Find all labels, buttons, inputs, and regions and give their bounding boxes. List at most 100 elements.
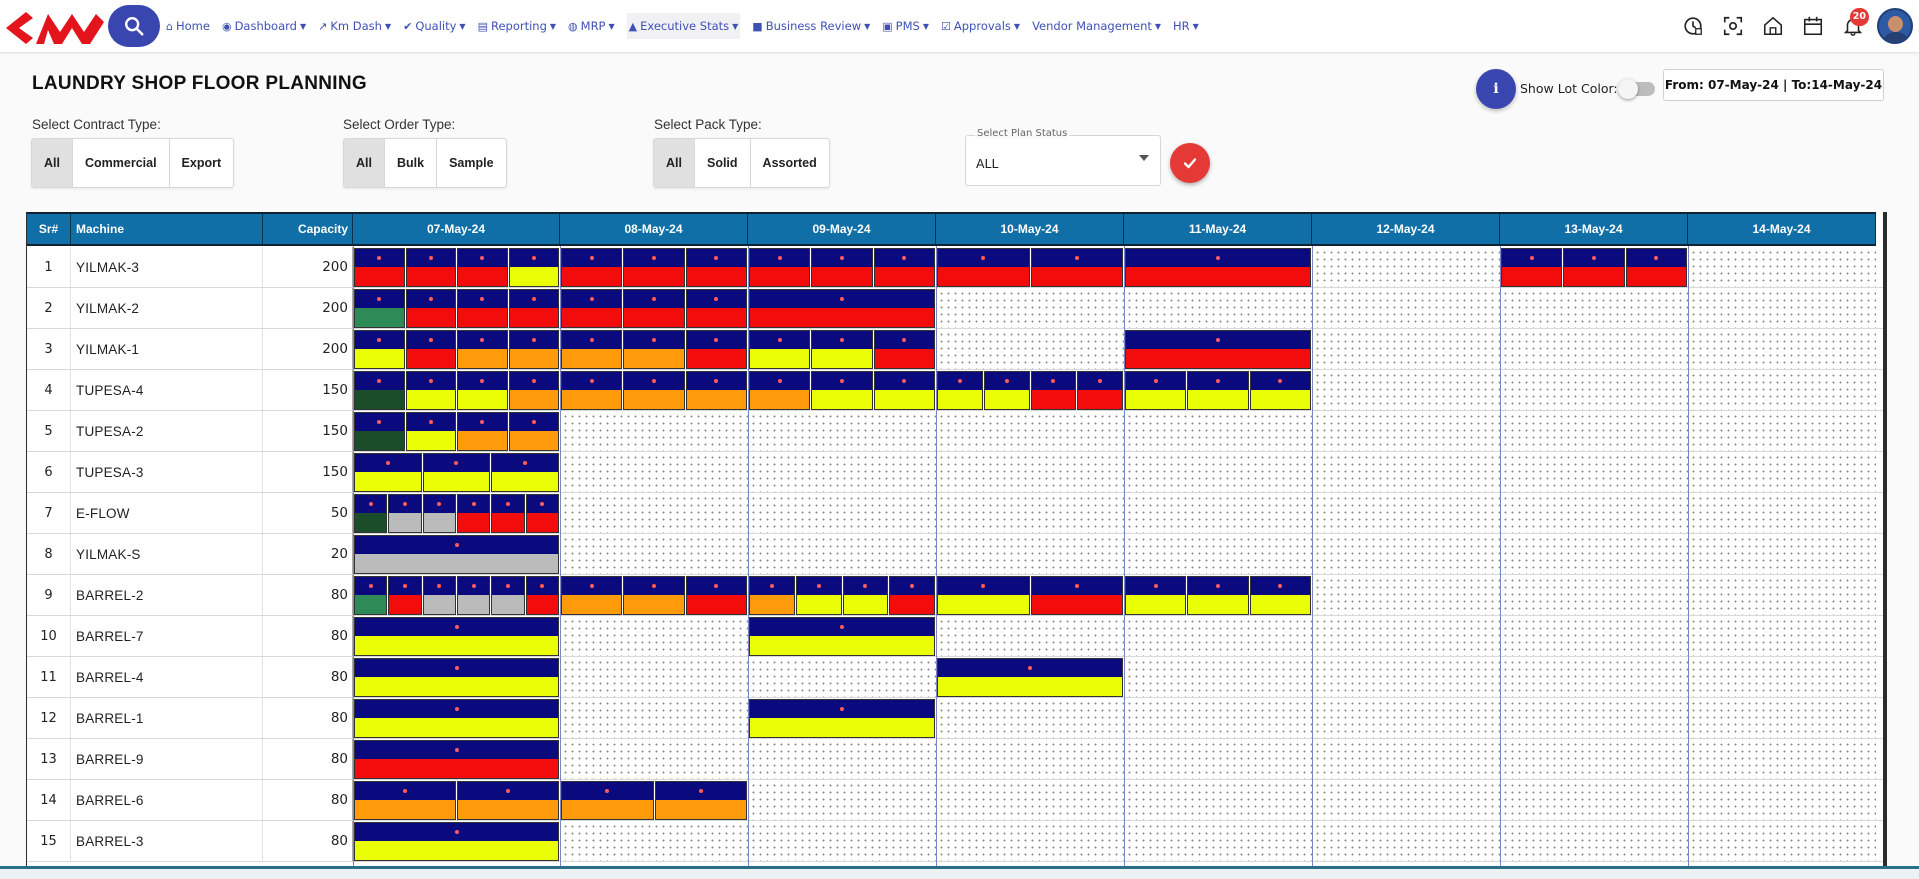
lot-block[interactable] <box>1125 371 1187 410</box>
lot-block[interactable] <box>1030 576 1123 615</box>
lot-block[interactable] <box>1125 330 1311 369</box>
lot-block[interactable] <box>525 494 559 533</box>
empty-slot[interactable] <box>936 493 1124 533</box>
date-range-picker[interactable]: From: 07-May-24 | To:14-May-24 <box>1663 69 1884 101</box>
lot-block[interactable] <box>623 576 685 615</box>
empty-slot[interactable] <box>1312 739 1500 779</box>
show-lot-color-toggle[interactable] <box>1618 79 1655 99</box>
lot-block[interactable] <box>457 494 491 533</box>
lot-block[interactable] <box>842 576 889 615</box>
empty-slot[interactable] <box>1688 657 1876 697</box>
nav-item-km-dash[interactable]: ↗ Km Dash ▼ <box>318 19 391 33</box>
lot-block[interactable] <box>1501 248 1563 287</box>
lot-block[interactable] <box>354 412 405 451</box>
notifications-button[interactable]: 20 <box>1833 8 1873 44</box>
lot-block[interactable] <box>1625 248 1687 287</box>
lot-block[interactable] <box>354 453 422 492</box>
lot-block[interactable] <box>561 289 623 328</box>
plan-status-select[interactable]: Select Plan Status ALL <box>965 128 1161 186</box>
lot-block[interactable] <box>1187 371 1249 410</box>
lot-block[interactable] <box>354 371 405 410</box>
lot-block[interactable] <box>561 781 654 820</box>
empty-slot[interactable] <box>1124 534 1312 574</box>
empty-slot[interactable] <box>1312 534 1500 574</box>
lot-block[interactable] <box>457 371 508 410</box>
lot-block[interactable] <box>1030 371 1077 410</box>
empty-slot[interactable] <box>560 657 748 697</box>
lot-block[interactable] <box>749 289 935 328</box>
lot-block[interactable] <box>422 576 456 615</box>
lot-block[interactable] <box>1249 371 1311 410</box>
company-logo[interactable] <box>2 8 105 48</box>
lot-block[interactable] <box>983 371 1030 410</box>
nav-item-pms[interactable]: ▣ PMS ▼ <box>882 19 929 33</box>
empty-slot[interactable] <box>1500 780 1688 820</box>
empty-slot[interactable] <box>936 288 1124 328</box>
lot-block[interactable] <box>491 494 525 533</box>
empty-slot[interactable] <box>1124 493 1312 533</box>
lot-block[interactable] <box>749 617 935 656</box>
lot-block[interactable] <box>354 699 559 738</box>
nav-item-vendor-management[interactable]: Vendor Management ▼ <box>1032 19 1161 33</box>
empty-slot[interactable] <box>936 739 1124 779</box>
lot-block[interactable] <box>685 330 747 369</box>
nav-item-approvals[interactable]: ☑ Approvals ▼ <box>941 19 1020 33</box>
lot-block[interactable] <box>561 576 623 615</box>
lot-block[interactable] <box>388 494 422 533</box>
pack-option-assorted[interactable]: Assorted <box>751 139 829 187</box>
empty-slot[interactable] <box>1500 534 1688 574</box>
lot-block[interactable] <box>937 576 1030 615</box>
empty-slot[interactable] <box>1500 575 1688 615</box>
empty-slot[interactable] <box>560 493 748 533</box>
nav-item-dashboard[interactable]: ◉ Dashboard ▼ <box>222 19 306 33</box>
empty-slot[interactable] <box>1500 288 1688 328</box>
lot-block[interactable] <box>508 330 559 369</box>
lot-block[interactable] <box>354 576 388 615</box>
lot-block[interactable] <box>354 822 559 861</box>
empty-slot[interactable] <box>936 534 1124 574</box>
empty-slot[interactable] <box>936 698 1124 738</box>
lot-block[interactable] <box>422 494 456 533</box>
empty-slot[interactable] <box>560 739 748 779</box>
empty-slot[interactable] <box>1312 698 1500 738</box>
nav-item-hr[interactable]: HR ▼ <box>1173 19 1199 33</box>
lot-block[interactable] <box>508 412 559 451</box>
lot-block[interactable] <box>354 617 559 656</box>
lot-block[interactable] <box>525 576 559 615</box>
empty-slot[interactable] <box>1500 452 1688 492</box>
empty-slot[interactable] <box>1500 493 1688 533</box>
lot-block[interactable] <box>1030 248 1123 287</box>
scan-button[interactable] <box>1713 8 1753 44</box>
empty-slot[interactable] <box>560 616 748 656</box>
lot-block[interactable] <box>491 576 525 615</box>
nav-item-home[interactable]: ⌂ Home <box>166 19 210 33</box>
lot-block[interactable] <box>457 330 508 369</box>
empty-slot[interactable] <box>560 411 748 451</box>
empty-slot[interactable] <box>1312 821 1500 861</box>
lot-block[interactable] <box>937 371 983 410</box>
empty-slot[interactable] <box>1124 288 1312 328</box>
lot-block[interactable] <box>561 371 623 410</box>
lot-block[interactable] <box>749 576 795 615</box>
lot-block[interactable] <box>354 330 405 369</box>
empty-slot[interactable] <box>1500 411 1688 451</box>
lot-block[interactable] <box>685 576 747 615</box>
empty-slot[interactable] <box>1688 739 1876 779</box>
contract-option-commercial[interactable]: Commercial <box>73 139 170 187</box>
lot-block[interactable] <box>491 453 559 492</box>
lot-block[interactable] <box>623 248 685 287</box>
lot-block[interactable] <box>457 289 508 328</box>
empty-slot[interactable] <box>560 821 748 861</box>
empty-slot[interactable] <box>1124 616 1312 656</box>
contract-option-all[interactable]: All <box>32 139 73 187</box>
empty-slot[interactable] <box>1500 329 1688 369</box>
pack-option-solid[interactable]: Solid <box>695 139 751 187</box>
lot-block[interactable] <box>457 576 491 615</box>
empty-slot[interactable] <box>1312 780 1500 820</box>
lot-block[interactable] <box>405 371 456 410</box>
lot-block[interactable] <box>1125 576 1187 615</box>
lot-block[interactable] <box>457 781 559 820</box>
lot-block[interactable] <box>354 535 559 574</box>
lot-block[interactable] <box>1187 576 1249 615</box>
empty-slot[interactable] <box>1500 657 1688 697</box>
